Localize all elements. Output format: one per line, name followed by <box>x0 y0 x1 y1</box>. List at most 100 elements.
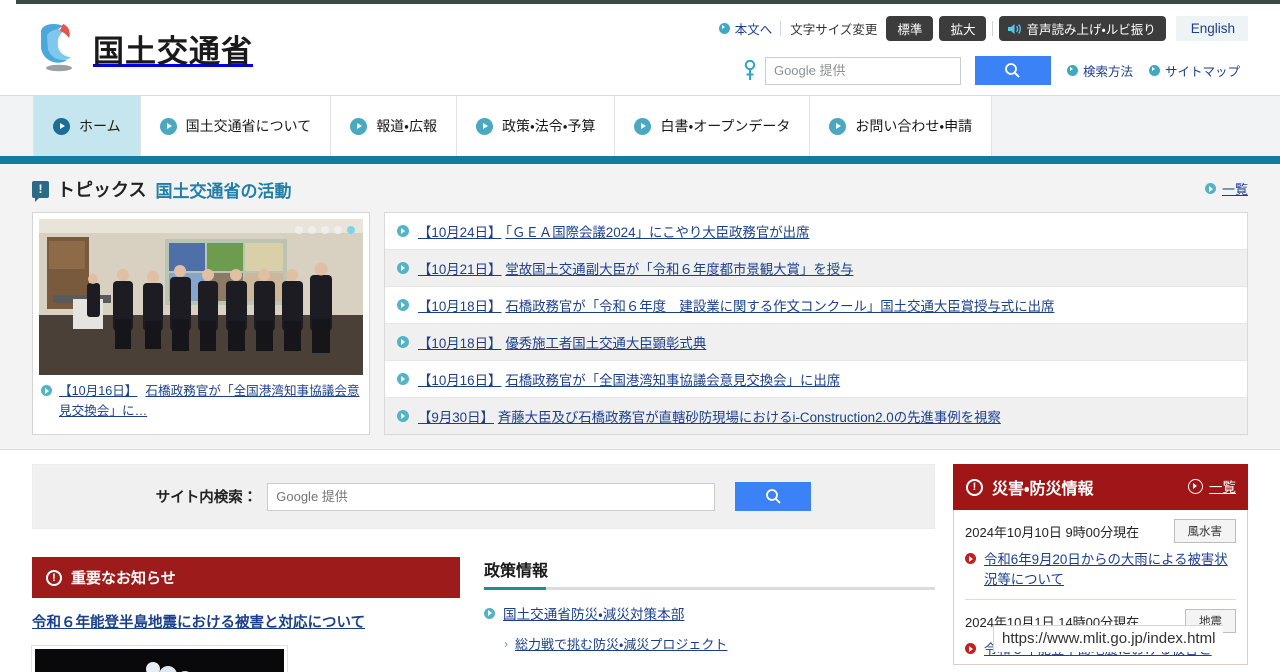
topic-row[interactable]: 【10月24日】 「ＧＥＡ国際会議2024」にこやり大臣政務官が出席 <box>385 213 1247 250</box>
topic-text: 優秀施工者国土交通大臣顕彰式典 <box>505 336 707 351</box>
skip-to-content-link[interactable]: 本文へ <box>711 19 781 38</box>
header-search-row: 検索方法 サイトマップ <box>741 56 1248 85</box>
topic-link[interactable]: 【10月18日】 優秀施工者国土交通大臣顕彰式典 <box>418 332 706 352</box>
important-notice-header: ! 重要なお知らせ <box>32 557 460 598</box>
search-help-links: 検索方法 サイトマップ <box>1059 61 1248 80</box>
arrow-circle-icon <box>397 225 409 237</box>
exclamation-circle-icon: ! <box>966 478 983 496</box>
topic-date: 【9月30日】 <box>418 410 494 425</box>
disaster-entry-link[interactable]: 令和6年9月20日からの大雨による被害状況等について <box>984 550 1236 590</box>
carousel-dot[interactable] <box>295 226 303 234</box>
font-size-normal-button[interactable]: 標準 <box>886 16 934 41</box>
arrow-circle-icon <box>1188 478 1203 494</box>
topics-featured-card[interactable]: 【10月16日】 石橋政務官が「全国港湾知事協議会意見交換会」に… <box>32 212 370 435</box>
topics-featured-link[interactable]: 【10月16日】 石橋政務官が「全国港湾知事協議会意見交換会」に… <box>59 382 361 421</box>
carousel-dot[interactable] <box>321 226 329 234</box>
chevron-right-icon <box>53 117 70 135</box>
nav-item-label: お問い合わせ・申請 <box>855 118 973 134</box>
topics-list-all-label: 一覧 <box>1221 182 1248 197</box>
english-language-link[interactable]: English <box>1175 16 1248 41</box>
important-notice-thumbnail[interactable] <box>32 646 287 672</box>
arrow-circle-icon <box>965 643 976 655</box>
policy-subitem-link[interactable]: 総力戦で挑む防災・減災プロジェクト <box>515 634 727 653</box>
chevron-right-icon <box>159 117 177 135</box>
nav-item-whitepaper[interactable]: 白書・オープンデータ <box>615 96 811 156</box>
topics-list-all-link[interactable]: 一覧 <box>1204 179 1248 198</box>
arrow-circle-icon <box>397 373 409 385</box>
policy-item[interactable]: 国土交通省防災・減災対策本部 <box>484 603 935 623</box>
topic-link[interactable]: 【10月16日】 石橋政務官が「全国港湾知事協議会意見交換会」に出席 <box>418 369 840 389</box>
chevron-right-icon <box>475 117 493 135</box>
speaker-icon <box>1007 23 1022 35</box>
arrow-circle-icon <box>1204 183 1216 194</box>
status-bar-url: https://www.mlit.go.jp/index.html <box>993 625 1224 652</box>
topics-body: 【10月16日】 石橋政務官が「全国港湾知事協議会意見交換会」に… 【10月24日… <box>32 212 1248 435</box>
policy-subitem[interactable]: › 総力戦で挑む防災・減災プロジェクト <box>484 634 935 653</box>
header-search-button[interactable] <box>974 56 1051 85</box>
topic-link[interactable]: 【9月30日】 斉藤大臣及び石橋政務官が直轄砂防現場におけるi-Construct… <box>418 406 1001 426</box>
policy-info-section: 政策情報 国土交通省防災・減災対策本部 › 総力戦で挑む防災・減災プロジェクト <box>484 557 935 672</box>
nav-item-home[interactable]: ホーム <box>33 96 141 156</box>
topic-text: 「ＧＥＡ国際会議2024」にこやり大臣政務官が出席 <box>505 225 810 240</box>
carousel-dot[interactable] <box>334 226 342 234</box>
main-column: サイト内検索： ! 重要なお知らせ 令和６年能登半島地震における被害と対応につい… <box>32 464 935 672</box>
voice-reader-button[interactable]: 音声読み上げ・ルビ振り <box>999 16 1166 41</box>
site-search-input[interactable] <box>267 482 716 511</box>
arrow-circle-icon <box>718 23 730 34</box>
disaster-list-all-link[interactable]: 一覧 <box>1188 476 1236 496</box>
topic-link[interactable]: 【10月24日】 「ＧＥＡ国際会議2024」にこやり大臣政務官が出席 <box>418 221 809 241</box>
font-size-label: 文字サイズ変更 <box>790 23 878 37</box>
topic-row[interactable]: 【10月21日】 堂故国土交通副大臣が「令和６年度都市景観大賞」を授与 <box>385 250 1247 287</box>
topic-date: 【10月21日】 <box>418 262 502 277</box>
topic-row[interactable]: 【10月16日】 石橋政務官が「全国港湾知事協議会意見交換会」に出席 <box>385 361 1247 398</box>
chevron-right-icon: › <box>504 636 508 651</box>
site-logo[interactable]: 国土交通省 <box>33 20 253 76</box>
topic-text: 石橋政務官が「全国港湾知事協議会意見交換会」に出席 <box>505 373 841 388</box>
topic-row[interactable]: 【10月18日】 優秀施工者国土交通大臣顕彰式典 <box>385 324 1247 361</box>
carousel-dot[interactable] <box>308 226 316 234</box>
policy-info-title: 政策情報 <box>484 563 549 580</box>
topic-date: 【10月24日】 <box>418 225 502 240</box>
arrow-circle-icon <box>397 410 409 422</box>
skip-to-content-label: 本文へ <box>734 23 773 37</box>
arrow-circle-icon <box>41 385 52 396</box>
chevron-right-icon <box>350 117 368 135</box>
disaster-info-title: 災害・防災情報 <box>992 481 1094 498</box>
how-to-search-link[interactable]: 検索方法 <box>1059 61 1141 80</box>
disaster-tag-badge: 風水害 <box>1173 519 1236 543</box>
nav-item-about[interactable]: 国土交通省について <box>140 96 332 156</box>
important-notice-section: ! 重要なお知らせ 令和６年能登半島地震における被害と対応について <box>32 557 460 672</box>
chevron-right-icon <box>634 117 652 135</box>
topic-date: 【10月16日】 <box>418 373 502 388</box>
topic-row[interactable]: 【9月30日】 斉藤大臣及び石橋政務官が直轄砂防現場におけるi-Construct… <box>385 398 1247 434</box>
nav-item-policy[interactable]: 政策・法令・予算 <box>456 96 616 156</box>
nav-item-label: 政策・法令・予算 <box>501 118 596 134</box>
arrow-circle-icon <box>484 607 495 619</box>
site-search-label: サイト内検索： <box>155 490 258 506</box>
font-size-large-button[interactable]: 拡大 <box>939 16 987 41</box>
carousel-dot-active[interactable] <box>347 226 355 234</box>
site-header: 国土交通省 本文へ 文字サイズ変更 標準 拡大 音声読み上げ・ルビ振り Engl… <box>0 4 1280 96</box>
topic-link[interactable]: 【10月21日】 堂故国土交通副大臣が「令和６年度都市景観大賞」を授与 <box>418 258 854 278</box>
disaster-entry-link-row[interactable]: 令和6年9月20日からの大雨による被害状況等について <box>965 550 1236 590</box>
arrow-circle-icon <box>397 299 409 311</box>
site-search-button[interactable] <box>735 482 812 511</box>
sitemap-link[interactable]: サイトマップ <box>1141 61 1248 80</box>
important-notice-link[interactable]: 令和６年能登半島地震における被害と対応について <box>32 598 460 640</box>
nav-item-press[interactable]: 報道・広報 <box>331 96 457 156</box>
policy-item-link[interactable]: 国土交通省防災・減災対策本部 <box>503 603 684 623</box>
search-icon <box>765 489 781 504</box>
disaster-entry-meta: 2024年10月10日 9時00分現在 風水害 <box>965 519 1236 543</box>
topic-link[interactable]: 【10月18日】 石橋政務官が「令和６年度 建設業に関する作文コンクール」国土交通… <box>418 295 1054 315</box>
important-notice-title: 重要なお知らせ <box>71 570 176 587</box>
disaster-timestamp: 2024年10月10日 9時00分現在 <box>965 524 1140 540</box>
topic-row[interactable]: 【10月18日】 石橋政務官が「令和６年度 建設業に関する作文コンクール」国土交通… <box>385 287 1247 324</box>
english-label: English <box>1190 21 1235 36</box>
topics-header: ! トピックス 国土交通省の活動 一覧 <box>32 176 1248 202</box>
topics-featured-photo[interactable] <box>39 219 363 375</box>
global-nav: ホーム 国土交通省について 報道・広報 政策・法令・予算 白書・オープンデータ … <box>0 96 1280 167</box>
nav-item-label: ホーム <box>79 118 121 134</box>
carousel-dots[interactable] <box>295 226 355 234</box>
nav-item-contact[interactable]: お問い合わせ・申請 <box>810 96 993 156</box>
header-search-input[interactable] <box>764 56 961 85</box>
